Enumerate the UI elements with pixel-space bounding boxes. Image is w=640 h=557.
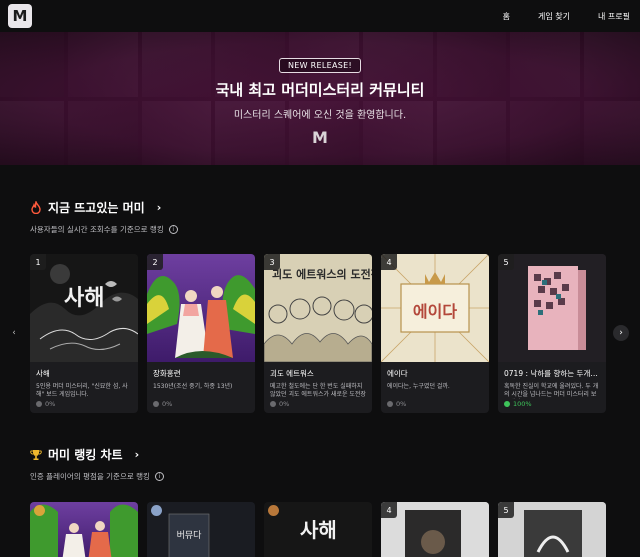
game-description: 5인용 머더 미스터리, "신묘한 섬, 사해" 보드 게임입니다. (36, 383, 128, 398)
game-rating: 100% (504, 400, 532, 408)
rank-number: 3 (264, 254, 280, 270)
cover-title-text: 에이다 (412, 302, 458, 321)
game-title: 괴도 에트워스 (270, 369, 314, 378)
rank-number: 4 (381, 254, 397, 270)
ranking-section-title[interactable]: 머미 랭킹 차트 › (30, 446, 139, 463)
game-cover-image: 2 (147, 254, 255, 362)
game-description: 혹독한 진실이 학교에 울려있다. 두 개의 시간을 넘나드는 머더 미스터리 … (504, 383, 599, 398)
gold-medal-icon (34, 505, 45, 516)
ranking-section-subtitle: 인증 플레이어의 평점을 기준으로 랭킹 i (30, 471, 164, 482)
hot-games-carousel: 사해 1 사해 5인용 머더 미스터리, "신묘한 섬, 사해" 보드 게임입니… (30, 254, 606, 413)
ranked-game-card[interactable]: 5 (498, 502, 606, 557)
game-cover-image: 에이다 4 (381, 254, 489, 362)
ranking-subtitle-text: 인증 플레이어의 평점을 기준으로 랭킹 (30, 472, 150, 481)
hero-title: 국내 최고 머더미스터리 커뮤니티 (215, 81, 425, 99)
game-cover-image: 5 (498, 254, 606, 362)
chevron-right-icon[interactable]: › (157, 201, 162, 214)
game-rating: 0% (153, 400, 172, 408)
game-rating: 0% (36, 400, 55, 408)
rating-dot-icon (504, 401, 510, 407)
game-card[interactable]: 괴도 에트워스의 도전장 3 괴도 에트워스 메고한 철도에는 단 한 번도 실… (264, 254, 372, 413)
rating-dot-icon (153, 401, 159, 407)
nav-home[interactable]: 홈 (503, 11, 510, 22)
rating-dot-icon (270, 401, 276, 407)
game-card[interactable]: 5 0719 : 낙하를 향하는 두개의 수 혹독한 진실이 학교에 울려있다.… (498, 254, 606, 413)
game-card[interactable]: 사해 1 사해 5인용 머더 미스터리, "신묘한 섬, 사해" 보드 게임입니… (30, 254, 138, 413)
game-description: 에이다는, 누구였던 걸까. (387, 383, 450, 390)
game-description: 1530년(조선 중기, 하종 13년) (153, 383, 233, 390)
game-title: 장화홍련 (153, 369, 181, 378)
nav-my-profile[interactable]: 내 프로필 (598, 11, 630, 22)
ranked-game-card[interactable]: 버뮤다 (147, 502, 255, 557)
hero-subtitle: 미스터리 스퀘어에 오신 것을 환영합니다. (233, 110, 407, 121)
rank-number: 1 (30, 254, 46, 270)
hero-banner[interactable]: NEW RELEASE! 국내 최고 머더미스터리 커뮤니티 미스터리 스퀘어에… (0, 32, 640, 165)
carousel-next-button[interactable]: › (613, 325, 629, 341)
hot-section-subtitle: 사용자들의 실시간 조회수를 기준으로 랭킹 i (30, 224, 178, 235)
rating-dot-icon (36, 401, 42, 407)
silver-medal-icon (151, 505, 162, 516)
cover-title-text: 괴도 에트워스의 도전장 (272, 268, 372, 281)
rank-number: 5 (498, 254, 514, 270)
rank-number: 2 (147, 254, 163, 270)
game-title: 사해 (36, 369, 50, 378)
cover-title-text: 사해 (64, 285, 105, 311)
rank-number: 5 (498, 502, 514, 518)
fire-icon (31, 201, 41, 214)
ranked-game-card[interactable] (30, 502, 138, 557)
ranking-title-text: 머미 랭킹 차트 (48, 448, 123, 462)
game-card[interactable]: 2 장화홍련 1530년(조선 중기, 하종 13년) 0% (147, 254, 255, 413)
game-card[interactable]: 에이다 4 에이다 에이다는, 누구였던 걸까. 0% (381, 254, 489, 413)
trophy-icon (30, 449, 42, 460)
info-icon[interactable]: i (154, 472, 164, 481)
top-navigation-bar: M 홈 게임 찾기 내 프로필 (0, 0, 640, 32)
bronze-medal-icon (268, 505, 279, 516)
nav-find-games[interactable]: 게임 찾기 (538, 11, 570, 22)
game-title: 에이다 (387, 369, 408, 378)
ranking-carousel: 버뮤다 사해 4 5 (30, 502, 606, 557)
cover-title-text: 사해 (300, 518, 337, 542)
game-cover-image: 괴도 에트워스의 도전장 3 (264, 254, 372, 362)
hot-section-title[interactable]: 지금 뜨고있는 머미 › (30, 199, 161, 216)
hero-logo-mark: M (312, 128, 328, 147)
hot-title-text: 지금 뜨고있는 머미 (48, 201, 145, 215)
hot-subtitle-text: 사용자들의 실시간 조회수를 기준으로 랭킹 (30, 225, 164, 234)
ranked-game-card[interactable]: 4 (381, 502, 489, 557)
game-description: 메고한 철도에는 단 한 번도 실패하지 않았던 괴도 에트워스가 새로운 도전… (270, 383, 366, 398)
new-release-badge: NEW RELEASE! (278, 58, 362, 73)
ranked-game-card[interactable]: 사해 (264, 502, 372, 557)
game-rating: 0% (387, 400, 406, 408)
game-title: 0719 : 낙하를 향하는 두개의 수 (504, 369, 606, 378)
rating-dot-icon (387, 401, 393, 407)
game-cover-image: 사해 1 (30, 254, 138, 362)
rank-number: 4 (381, 502, 397, 518)
game-rating: 0% (270, 400, 289, 408)
svg-text:버뮤다: 버뮤다 (177, 530, 203, 541)
site-logo[interactable]: M (8, 4, 32, 28)
info-icon[interactable]: i (168, 225, 178, 234)
main-nav: 홈 게임 찾기 내 프로필 (503, 0, 630, 32)
chevron-right-icon[interactable]: › (135, 448, 140, 461)
carousel-prev-button[interactable]: ‹ (6, 325, 22, 341)
